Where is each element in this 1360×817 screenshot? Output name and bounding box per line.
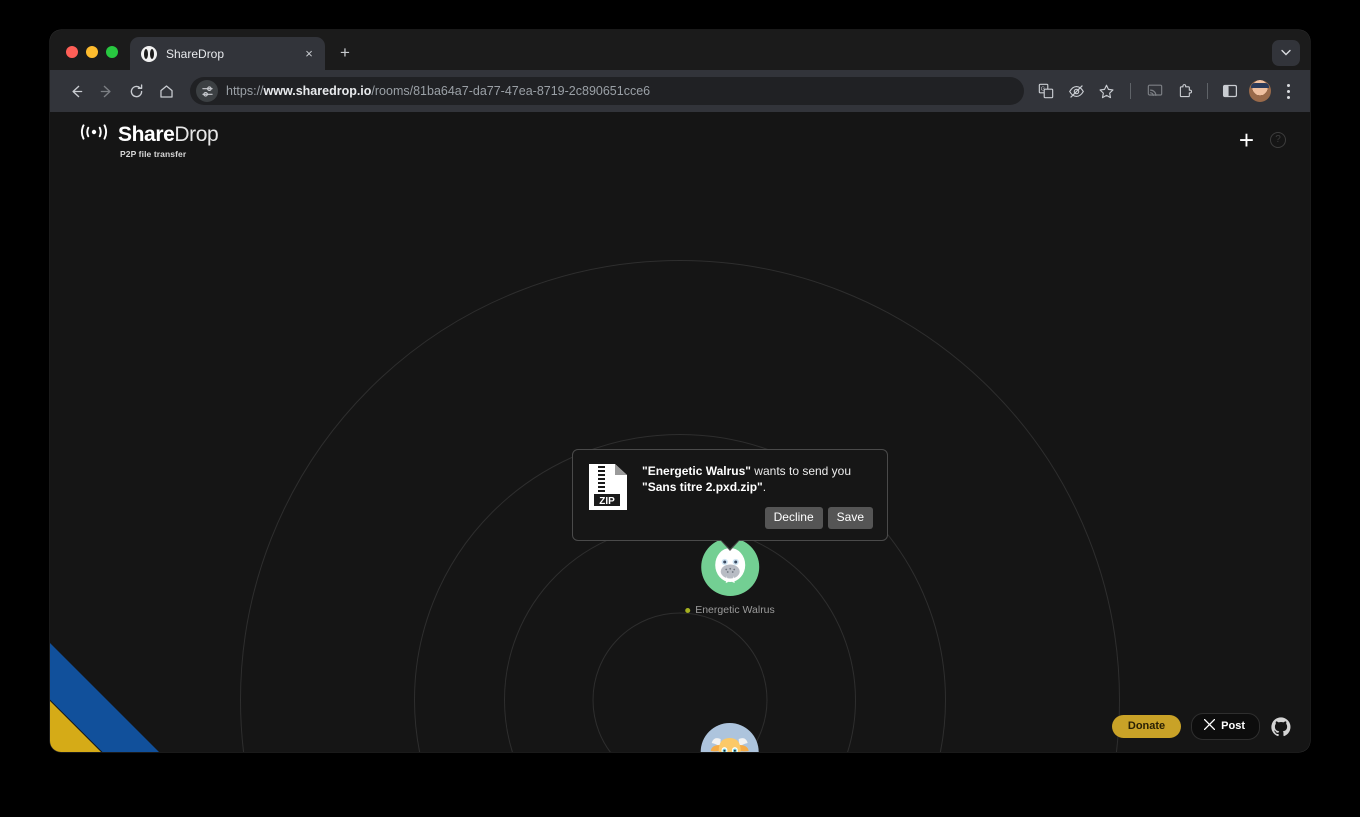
reload-icon[interactable] bbox=[122, 77, 150, 105]
peer-label: Energetic Walrus bbox=[685, 604, 775, 616]
app-tagline: P2P file transfer bbox=[120, 149, 218, 159]
x-logo-icon bbox=[1204, 719, 1215, 733]
goat-avatar bbox=[701, 723, 759, 752]
svg-text:G: G bbox=[1041, 87, 1045, 93]
add-files-button[interactable]: + bbox=[1239, 127, 1254, 153]
peer-status-dot bbox=[685, 608, 690, 613]
me-node[interactable]: You Adventurous Goat bbox=[688, 723, 773, 752]
browser-window: ShareDrop × + bbox=[50, 30, 1310, 752]
svg-text:ZIP: ZIP bbox=[599, 496, 615, 507]
address-bar[interactable]: https://www.sharedrop.io/rooms/81ba64a7-… bbox=[190, 77, 1024, 105]
url-scheme: https:// bbox=[226, 84, 264, 98]
zip-file-icon: ZIP bbox=[587, 463, 629, 529]
chevron-down-icon[interactable] bbox=[1272, 40, 1300, 66]
tab-title: ShareDrop bbox=[166, 47, 292, 61]
browser-tab-sharedrop[interactable]: ShareDrop × bbox=[130, 37, 325, 70]
side-panel-icon[interactable] bbox=[1216, 77, 1244, 105]
translate-icon[interactable]: G bbox=[1032, 77, 1060, 105]
url-path: /rooms/81ba64a7-da77-47ea-8719-2c890651c… bbox=[371, 84, 650, 98]
donate-button[interactable]: Donate bbox=[1112, 715, 1181, 738]
help-button[interactable]: ? bbox=[1270, 132, 1286, 148]
home-icon[interactable] bbox=[152, 77, 180, 105]
dialog-end: . bbox=[763, 480, 766, 494]
dialog-message: "Energetic Walrus" wants to send you "Sa… bbox=[642, 463, 873, 495]
tab-strip: ShareDrop × + bbox=[50, 30, 1310, 70]
star-icon[interactable] bbox=[1092, 77, 1120, 105]
header-actions: + ? bbox=[1239, 127, 1286, 153]
profile-avatar[interactable] bbox=[1249, 80, 1271, 102]
peer-name: Energetic Walrus bbox=[695, 604, 775, 616]
forward-arrow-icon[interactable] bbox=[92, 77, 120, 105]
toolbar-divider-2 bbox=[1207, 83, 1208, 99]
dialog-middle: wants to send you bbox=[751, 464, 851, 478]
eye-slash-icon[interactable] bbox=[1062, 77, 1090, 105]
save-button[interactable]: Save bbox=[828, 507, 873, 529]
broadcast-icon bbox=[74, 121, 114, 148]
dialog-actions: Decline Save bbox=[642, 507, 873, 529]
address-bar-url: https://www.sharedrop.io/rooms/81ba64a7-… bbox=[226, 84, 650, 98]
close-window-button[interactable] bbox=[66, 46, 78, 58]
url-domain: www.sharedrop.io bbox=[264, 84, 372, 98]
post-button[interactable]: Post bbox=[1191, 713, 1260, 740]
sharedrop-logo: ShareDrop P2P file transfer bbox=[74, 121, 218, 159]
footer-actions: Donate Post bbox=[1112, 713, 1292, 740]
window-controls bbox=[50, 46, 130, 70]
dialog-sender: "Energetic Walrus" bbox=[642, 464, 751, 478]
sharedrop-favicon bbox=[141, 46, 157, 62]
browser-toolbar: https://www.sharedrop.io/rooms/81ba64a7-… bbox=[50, 70, 1310, 112]
app-wordmark: ShareDrop bbox=[118, 124, 218, 145]
maximize-window-button[interactable] bbox=[106, 46, 118, 58]
dialog-filename: "Sans titre 2.pxd.zip" bbox=[642, 480, 763, 494]
wordmark-drop: Drop bbox=[174, 123, 218, 146]
dialog-body: "Energetic Walrus" wants to send you "Sa… bbox=[642, 463, 873, 529]
toolbar-divider-1 bbox=[1130, 83, 1131, 99]
github-icon[interactable] bbox=[1270, 716, 1292, 738]
app-header: ShareDrop P2P file transfer + ? bbox=[50, 112, 1310, 168]
cast-icon[interactable] bbox=[1141, 77, 1169, 105]
post-button-label: Post bbox=[1221, 720, 1245, 732]
minimize-window-button[interactable] bbox=[86, 46, 98, 58]
radar-rings bbox=[50, 112, 1310, 752]
more-menu-icon[interactable] bbox=[1276, 78, 1300, 104]
wordmark-share: Share bbox=[118, 123, 174, 146]
close-tab-button[interactable]: × bbox=[301, 46, 317, 62]
extensions-icon[interactable] bbox=[1171, 77, 1199, 105]
sharedrop-page: ShareDrop P2P file transfer + ? bbox=[50, 112, 1310, 752]
site-settings-tune-icon[interactable] bbox=[196, 80, 218, 102]
new-tab-button[interactable]: + bbox=[331, 39, 359, 67]
toolbar-actions: G bbox=[1032, 77, 1300, 105]
decline-button[interactable]: Decline bbox=[765, 507, 823, 529]
transfer-request-dialog: ZIP "Energetic Walrus" wants to send you… bbox=[572, 449, 888, 541]
back-arrow-icon[interactable] bbox=[62, 77, 90, 105]
